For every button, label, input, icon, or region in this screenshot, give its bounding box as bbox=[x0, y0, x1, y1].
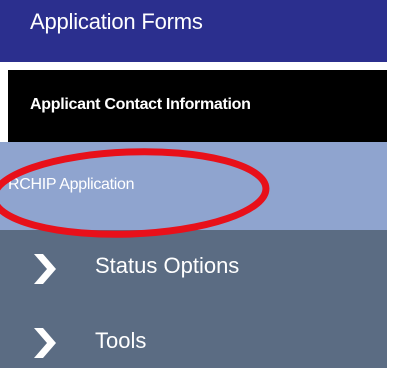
sidebar-item-label: RCHIP Application bbox=[8, 176, 135, 193]
sidebar-header-title: Application Forms bbox=[30, 9, 203, 34]
sidebar-header: Application Forms bbox=[0, 0, 387, 62]
sidebar-item-label: Status Options bbox=[95, 253, 240, 278]
chevron-right-icon bbox=[34, 254, 56, 284]
sidebar-item-rchip-application[interactable]: RCHIP Application bbox=[0, 142, 387, 230]
chevron-right-icon bbox=[34, 328, 56, 358]
application-sidebar: Application Forms Applicant Contact Info… bbox=[0, 0, 393, 368]
sidebar-item-label: Tools bbox=[95, 328, 147, 353]
sidebar-item-tools[interactable]: Tools bbox=[0, 310, 387, 368]
sidebar-item-label: Applicant Contact Information bbox=[30, 96, 251, 113]
sidebar-item-status-options[interactable]: Status Options bbox=[0, 230, 387, 310]
divider bbox=[0, 62, 393, 70]
sidebar-item-applicant-contact-information[interactable]: Applicant Contact Information bbox=[8, 70, 387, 142]
